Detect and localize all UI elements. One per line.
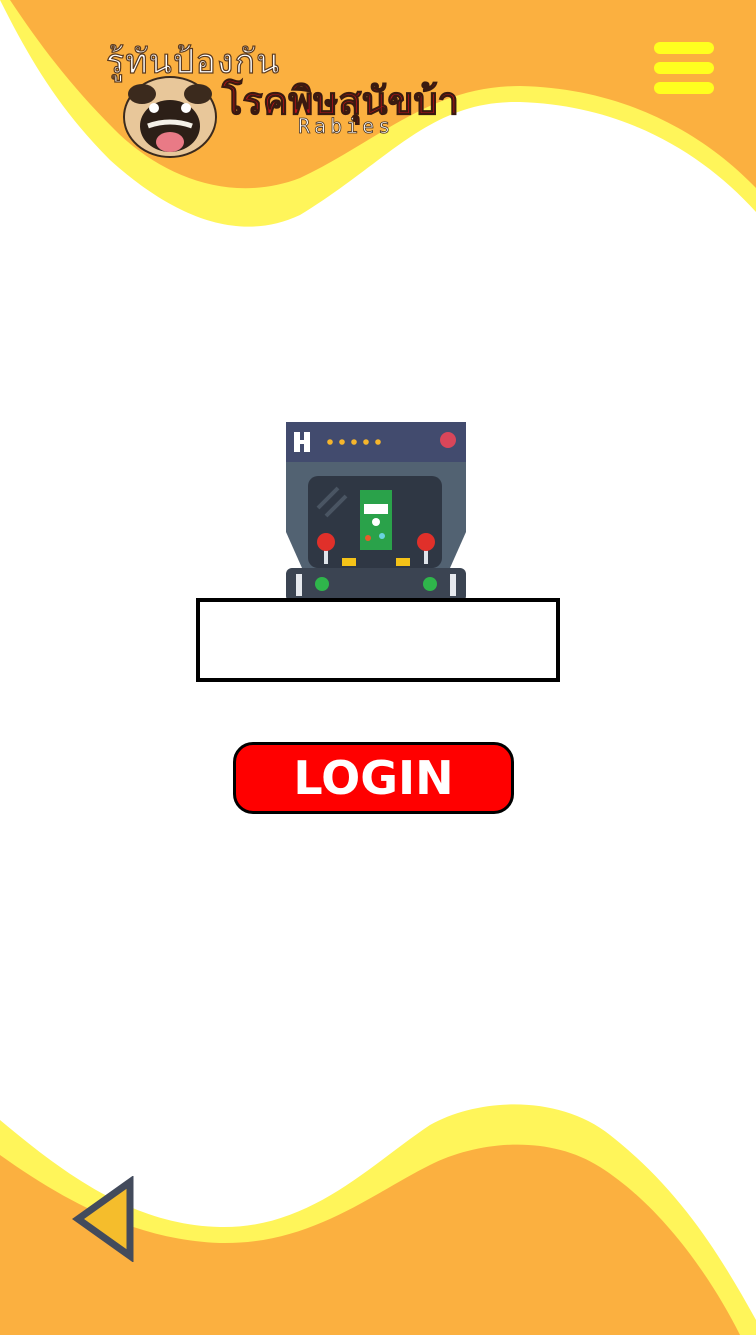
login-button[interactable]: LOGIN [233,742,514,814]
app-logo: รู้ทันป้องกัน โรคพิษสุนัขบ้า Rabies [100,30,480,160]
arcade-machine-icon [286,422,466,602]
hamburger-menu-icon [654,42,714,94]
back-button[interactable] [71,1175,138,1263]
login-button-label: LOGIN [293,751,454,805]
pug-face-icon [123,76,217,158]
menu-button[interactable] [650,38,718,98]
back-triangle-icon [71,1175,134,1263]
logo-subtitle: Rabies [298,114,395,139]
username-input[interactable] [196,598,560,682]
